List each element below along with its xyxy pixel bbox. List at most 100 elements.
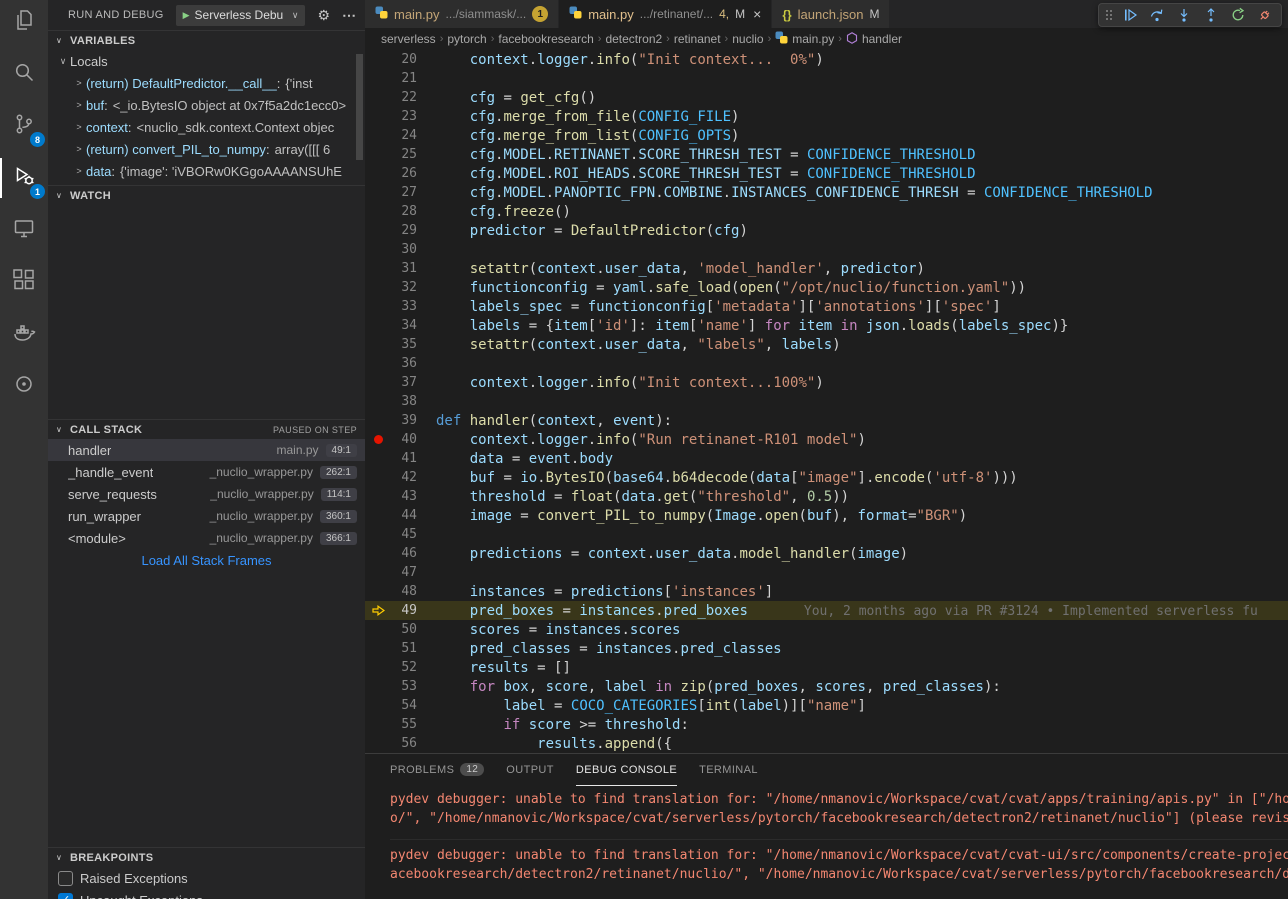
debug-config-dropdown[interactable]: ▶ Serverless Debu ∨ <box>176 5 306 26</box>
code-line-32[interactable]: 32 functionconfig = yaml.safe_load(open(… <box>365 278 1288 297</box>
line-number[interactable]: 56 <box>391 736 417 751</box>
code-line-22[interactable]: 22 cfg = get_cfg() <box>365 88 1288 107</box>
call-stack-section-header[interactable]: ∨ CALL STACK PAUSED ON STEP <box>48 419 365 439</box>
variable-row[interactable]: >context:<nuclio_sdk.context.Context obj… <box>48 116 365 138</box>
line-number[interactable]: 36 <box>391 356 417 371</box>
code-line-37[interactable]: 37 context.logger.info("Init context...1… <box>365 373 1288 392</box>
restart-button[interactable] <box>1226 4 1250 26</box>
code-line-54[interactable]: 54 label = COCO_CATEGORIES[int(label)]["… <box>365 696 1288 715</box>
code-line-44[interactable]: 44 image = convert_PIL_to_numpy(Image.op… <box>365 506 1288 525</box>
activity-bar-item-search[interactable] <box>0 48 48 100</box>
code-line-28[interactable]: 28 cfg.freeze() <box>365 202 1288 221</box>
line-number[interactable]: 50 <box>391 622 417 637</box>
scrollbar-thumb[interactable] <box>356 54 363 160</box>
code-line-40[interactable]: 40 context.logger.info("Run retinanet-R1… <box>365 430 1288 449</box>
activity-bar-item-docker[interactable] <box>0 308 48 360</box>
step-into-button[interactable] <box>1172 4 1196 26</box>
line-number[interactable]: 35 <box>391 337 417 352</box>
line-number[interactable]: 52 <box>391 660 417 675</box>
breadcrumb-item-nuclio[interactable]: nuclio <box>732 32 763 46</box>
code-line-38[interactable]: 38 <box>365 392 1288 411</box>
code-line-31[interactable]: 31 setattr(context.user_data, 'model_han… <box>365 259 1288 278</box>
panel-tab-problems[interactable]: PROBLEMS12 <box>390 754 484 786</box>
variable-row[interactable]: >(return) convert_PIL_to_numpy:array([[[… <box>48 138 365 160</box>
stack-frame-row[interactable]: run_wrapper_nuclio_wrapper.py360:1 <box>48 505 365 527</box>
line-number[interactable]: 42 <box>391 470 417 485</box>
line-number[interactable]: 37 <box>391 375 417 390</box>
activity-bar-item-extensions[interactable] <box>0 256 48 308</box>
editor-tab-launch.json[interactable]: {}launch.jsonM <box>772 0 890 28</box>
line-number[interactable]: 38 <box>391 394 417 409</box>
stack-frame-row[interactable]: serve_requests_nuclio_wrapper.py114:1 <box>48 483 365 505</box>
line-number[interactable]: 27 <box>391 185 417 200</box>
step-out-button[interactable] <box>1199 4 1223 26</box>
stack-frame-row[interactable]: handlermain.py49:1 <box>48 439 365 461</box>
code-line-47[interactable]: 47 <box>365 563 1288 582</box>
line-number[interactable]: 32 <box>391 280 417 295</box>
code-line-39[interactable]: 39def handler(context, event): <box>365 411 1288 430</box>
code-line-55[interactable]: 55 if score >= threshold: <box>365 715 1288 734</box>
stack-frame-row[interactable]: _handle_event_nuclio_wrapper.py262:1 <box>48 461 365 483</box>
activity-bar-item-remote-explorer[interactable] <box>0 204 48 256</box>
line-number[interactable]: 46 <box>391 546 417 561</box>
start-debug-icon[interactable]: ▶ <box>183 10 190 21</box>
code-line-50[interactable]: 50 scores = instances.scores <box>365 620 1288 639</box>
line-number[interactable]: 41 <box>391 451 417 466</box>
variable-row[interactable]: >buf:<_io.BytesIO object at 0x7f5a2dc1ec… <box>48 94 365 116</box>
line-number[interactable]: 33 <box>391 299 417 314</box>
code-line-29[interactable]: 29 predictor = DefaultPredictor(cfg) <box>365 221 1288 240</box>
line-number[interactable]: 47 <box>391 565 417 580</box>
line-number[interactable]: 40 <box>391 432 417 447</box>
activity-bar-item-source-control[interactable]: 8 <box>0 100 48 152</box>
line-number[interactable]: 30 <box>391 242 417 257</box>
line-number[interactable]: 43 <box>391 489 417 504</box>
code-line-27[interactable]: 27 cfg.MODEL.PANOPTIC_FPN.COMBINE.INSTAN… <box>365 183 1288 202</box>
breadcrumb-item-facebookresearch[interactable]: facebookresearch <box>498 32 593 46</box>
activity-bar-item-run-debug[interactable]: 1 <box>0 152 48 204</box>
disconnect-button[interactable] <box>1253 4 1277 26</box>
line-number[interactable]: 26 <box>391 166 417 181</box>
activity-bar-item-explorer[interactable] <box>0 0 48 48</box>
line-number[interactable]: 39 <box>391 413 417 428</box>
line-number[interactable]: 25 <box>391 147 417 162</box>
current-line-arrow-icon[interactable] <box>365 605 391 616</box>
line-number[interactable]: 54 <box>391 698 417 713</box>
line-number[interactable]: 28 <box>391 204 417 219</box>
code-line-36[interactable]: 36 <box>365 354 1288 373</box>
code-line-20[interactable]: 20 context.logger.info("Init context... … <box>365 50 1288 69</box>
breakpoint-glyph[interactable] <box>365 435 391 444</box>
code-line-25[interactable]: 25 cfg.MODEL.RETINANET.SCORE_THRESH_TEST… <box>365 145 1288 164</box>
line-number[interactable]: 44 <box>391 508 417 523</box>
line-number[interactable]: 31 <box>391 261 417 276</box>
line-number[interactable]: 34 <box>391 318 417 333</box>
line-number[interactable]: 53 <box>391 679 417 694</box>
checkbox[interactable] <box>58 871 73 886</box>
breadcrumb-item-serverless[interactable]: serverless <box>381 32 436 46</box>
code-line-45[interactable]: 45 <box>365 525 1288 544</box>
code-line-49[interactable]: 49 pred_boxes = instances.pred_boxesYou,… <box>365 601 1288 620</box>
line-number[interactable]: 29 <box>391 223 417 238</box>
breadcrumb-item-retinanet[interactable]: retinanet <box>674 32 721 46</box>
step-over-button[interactable] <box>1145 4 1169 26</box>
code-line-41[interactable]: 41 data = event.body <box>365 449 1288 468</box>
code-line-30[interactable]: 30 <box>365 240 1288 259</box>
line-number[interactable]: 22 <box>391 90 417 105</box>
code-editor[interactable]: 20 context.logger.info("Init context... … <box>365 50 1288 753</box>
breadcrumb-item-handler[interactable]: handler <box>846 32 902 47</box>
code-line-24[interactable]: 24 cfg.merge_from_list(CONFIG_OPTS) <box>365 126 1288 145</box>
breakpoint-row[interactable]: Raised Exceptions <box>48 867 365 889</box>
line-number[interactable]: 21 <box>391 71 417 86</box>
code-line-42[interactable]: 42 buf = io.BytesIO(base64.b64decode(dat… <box>365 468 1288 487</box>
breadcrumb-item-main.py[interactable]: main.py <box>775 31 834 47</box>
line-number[interactable]: 20 <box>391 52 417 67</box>
code-line-21[interactable]: 21 <box>365 69 1288 88</box>
code-line-33[interactable]: 33 labels_spec = functionconfig['metadat… <box>365 297 1288 316</box>
activity-bar-item-circle[interactable] <box>0 360 48 412</box>
code-line-43[interactable]: 43 threshold = float(data.get("threshold… <box>365 487 1288 506</box>
line-number[interactable]: 45 <box>391 527 417 542</box>
close-icon[interactable]: × <box>753 6 761 22</box>
line-number[interactable]: 51 <box>391 641 417 656</box>
variable-row[interactable]: >(return) DefaultPredictor.__call__:{'in… <box>48 72 365 94</box>
line-number[interactable]: 49 <box>391 603 417 618</box>
code-line-48[interactable]: 48 instances = predictions['instances'] <box>365 582 1288 601</box>
